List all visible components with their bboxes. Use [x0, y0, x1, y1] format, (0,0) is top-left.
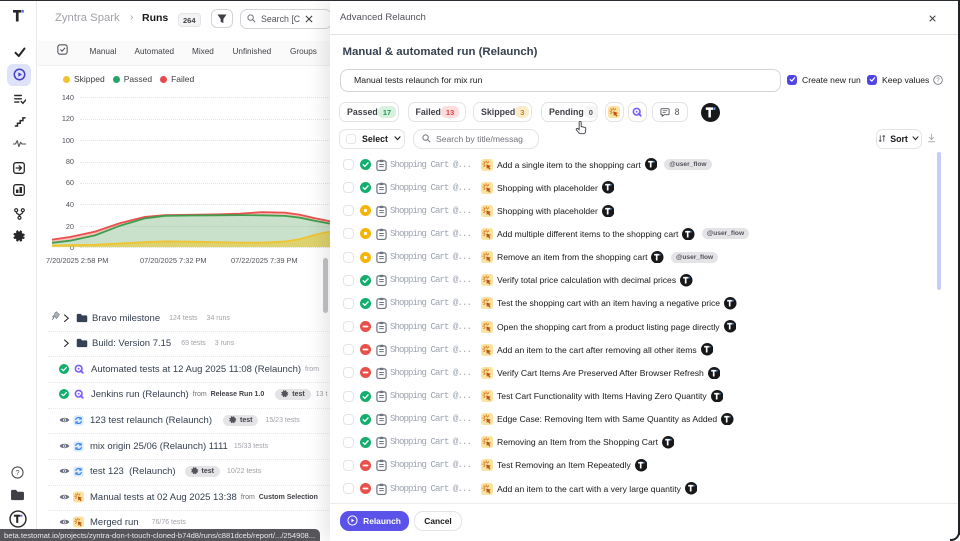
- svg-text:?: ?: [937, 77, 941, 84]
- svg-text:?: ?: [15, 468, 19, 477]
